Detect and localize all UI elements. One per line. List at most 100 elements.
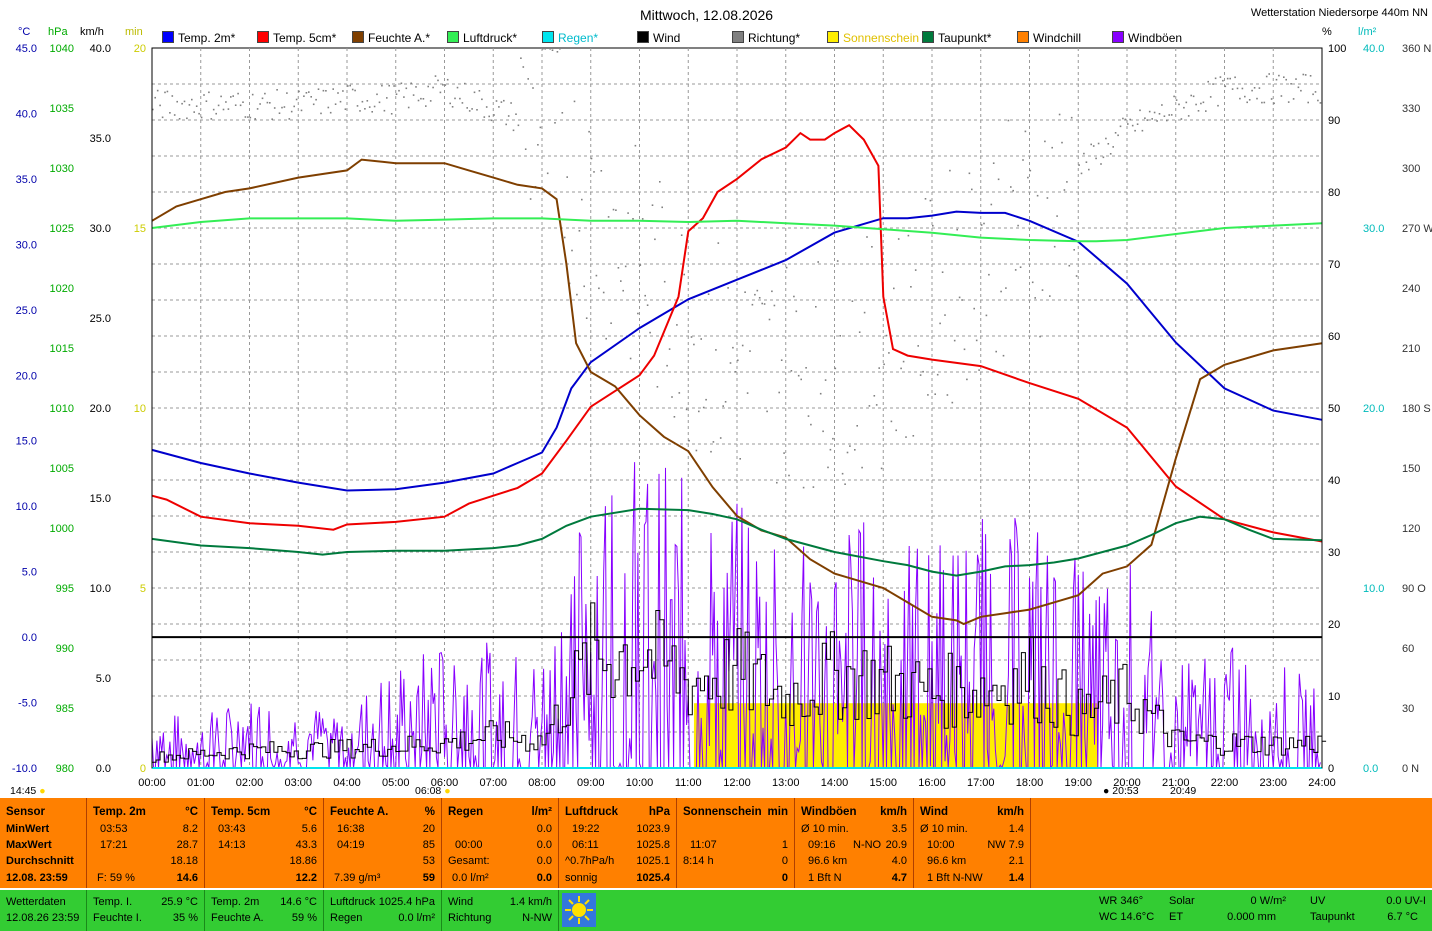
- wind-unit: km/h: [997, 806, 1024, 818]
- richtung-dot: [344, 108, 347, 110]
- richtung-dot: [215, 112, 217, 115]
- richtung-dot: [734, 371, 737, 373]
- richtung-dot: [807, 415, 810, 417]
- footer-wr: WR 346°: [1099, 895, 1144, 907]
- x-tick-1700: 17:00: [967, 777, 995, 789]
- richtung-dot: [661, 206, 663, 209]
- richtung-dot: [571, 249, 573, 252]
- richtung-dot: [1031, 281, 1034, 284]
- richtung-dot: [212, 108, 215, 111]
- richtung-dot: [1070, 116, 1073, 119]
- ytick-dir-30: 30: [1402, 703, 1414, 715]
- richtung-dot: [220, 95, 222, 98]
- pressure-r1-label: 19:22: [572, 823, 600, 835]
- richtung-dot: [790, 370, 793, 372]
- richtung-dot: [407, 106, 410, 109]
- stats-gusts: Windböen km/h Ø 10 min. 3.5 09:16 N-NO 2…: [795, 798, 914, 888]
- richtung-dot: [181, 102, 183, 105]
- richtung-dot: [815, 306, 817, 308]
- richtung-dot: [481, 98, 483, 101]
- richtung-dot: [561, 112, 564, 114]
- richtung-dot: [1258, 87, 1261, 89]
- ytick-temp--5.0: -5.0: [18, 698, 37, 710]
- footer-station-time: 12.08.26 23:59: [6, 912, 80, 924]
- richtung-dot: [300, 109, 303, 112]
- richtung-dot: [1010, 186, 1012, 188]
- richtung-dot: [166, 90, 169, 93]
- richtung-dot: [666, 364, 668, 367]
- richtung-dot: [225, 101, 227, 103]
- richtung-dot: [532, 87, 534, 89]
- richtung-dot: [1180, 118, 1183, 120]
- richtung-dot: [1183, 106, 1185, 109]
- richtung-dot: [805, 367, 807, 369]
- richtung-dot: [451, 106, 454, 108]
- richtung-dot: [710, 450, 712, 453]
- temp2m-max-time: 17:21: [100, 839, 128, 851]
- richtung-dot: [464, 82, 466, 85]
- ytick-kmh-10.0: 10.0: [90, 583, 111, 595]
- pressure-r4-label: sonnig: [565, 872, 598, 884]
- temp5cm-unit: °C: [304, 806, 317, 818]
- x-tick-1800: 18:00: [1016, 777, 1044, 789]
- richtung-dot: [1085, 161, 1088, 163]
- richtung-dot: [985, 314, 988, 317]
- richtung-dot: [298, 90, 300, 93]
- richtung-dot: [1209, 96, 1212, 98]
- richtung-dot: [944, 314, 946, 316]
- richtung-dot: [176, 100, 178, 103]
- ytick-temp-0.0: 0.0: [22, 632, 37, 644]
- wind-r4-val: 1.4: [1008, 872, 1024, 884]
- richtung-dot: [437, 79, 439, 82]
- richtung-dot: [788, 474, 790, 477]
- richtung-dot: [529, 198, 532, 200]
- temp5cm-avg: 18.86: [289, 855, 317, 867]
- ytick-dir-300: 300: [1402, 163, 1420, 175]
- richtung-dot: [1195, 103, 1197, 106]
- richtung-dot: [827, 466, 829, 469]
- richtung-dot: [427, 85, 429, 88]
- richtung-dot: [605, 337, 607, 340]
- richtung-dot: [1014, 269, 1017, 271]
- richtung-dot: [425, 105, 427, 107]
- richtung-dot: [702, 406, 705, 409]
- ytick-temp-30.0: 30.0: [16, 239, 37, 251]
- richtung-dot: [1053, 245, 1056, 248]
- richtung-dot: [327, 106, 330, 109]
- footer-wind-label: Wind: [448, 896, 474, 908]
- richtung-dot: [459, 97, 461, 100]
- rain-r2-label: 00:00: [455, 839, 483, 851]
- richtung-dot: [1095, 157, 1097, 160]
- richtung-dot: [924, 198, 927, 200]
- richtung-dot: [763, 303, 766, 305]
- richtung-dot: [456, 86, 459, 89]
- richtung-dot: [1134, 129, 1136, 132]
- richtung-dot: [1148, 110, 1151, 113]
- richtung-dot: [1173, 95, 1175, 98]
- richtung-dot: [612, 208, 615, 211]
- richtung-dot: [178, 118, 181, 120]
- richtung-dot: [922, 370, 924, 373]
- richtung-dot: [688, 439, 690, 442]
- richtung-dot: [1314, 91, 1317, 93]
- richtung-dot: [488, 115, 490, 118]
- richtung-dot: [800, 378, 802, 381]
- richtung-dot: [717, 242, 720, 244]
- stats-labels: Sensor MinWert MaxWert Durchschnitt 12.0…: [0, 798, 87, 888]
- richtung-dot: [386, 97, 388, 99]
- richtung-dot: [729, 362, 732, 364]
- richtung-dot: [1068, 264, 1071, 267]
- gusts-r1-label: Ø 10 min.: [801, 823, 849, 835]
- richtung-dot: [1287, 101, 1290, 103]
- richtung-dot: [1061, 141, 1063, 144]
- richtung-dot: [1100, 163, 1102, 165]
- richtung-dot: [1236, 87, 1239, 90]
- stats-temp5cm: Temp. 5cm °C 03:43 5.6 14:13 43.3 18.86 …: [205, 798, 324, 888]
- richtung-dot: [958, 296, 961, 299]
- richtung-dot: [1205, 110, 1207, 112]
- richtung-dot: [590, 157, 593, 160]
- ytick-kmh-30.0: 30.0: [90, 223, 111, 235]
- richtung-dot: [914, 269, 917, 271]
- richtung-dot: [1207, 80, 1209, 83]
- richtung-dot: [478, 90, 481, 92]
